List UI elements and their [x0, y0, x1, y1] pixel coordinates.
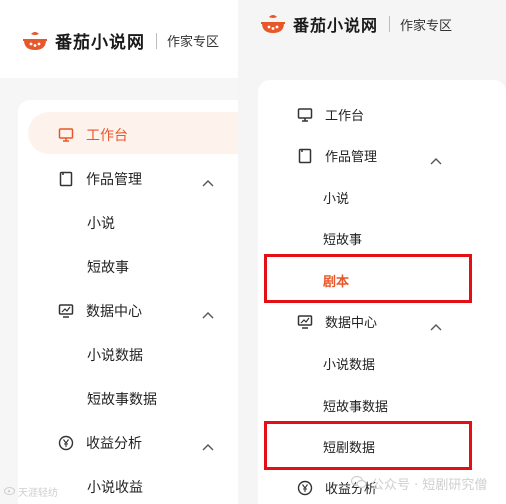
- sidebar-item-data-center[interactable]: 数据中心: [297, 312, 377, 331]
- chart-monitor-icon: [297, 314, 313, 330]
- sidebar-item-works[interactable]: 作品管理: [297, 146, 377, 165]
- book-icon: [297, 148, 313, 164]
- sidebar-item-label: 作品管理: [86, 172, 142, 188]
- sidebar-subitem-novel-data[interactable]: 小说数据: [87, 345, 143, 365]
- sidebar-subitem-novel-revenue[interactable]: 小说收益: [87, 477, 143, 497]
- wechat-icon: [350, 475, 367, 493]
- sidebar-subitem-short-story[interactable]: 短故事: [323, 229, 362, 248]
- left-watermark: 天涯轻纺: [4, 484, 58, 499]
- chevron-up-icon[interactable]: [202, 172, 214, 191]
- chart-monitor-icon: [58, 303, 74, 319]
- monitor-icon: [58, 127, 74, 143]
- chevron-up-icon[interactable]: [202, 304, 214, 323]
- sidebar-subitem-novel-data[interactable]: 小说数据: [323, 354, 375, 373]
- sidebar-item-workbench[interactable]: 工作台: [58, 125, 128, 145]
- sidebar-item-data-center[interactable]: 数据中心: [58, 301, 142, 321]
- tomato-logo-icon: [22, 30, 48, 52]
- logo-divider: [156, 32, 157, 49]
- brand-name: 番茄小说网: [55, 33, 145, 53]
- sidebar-item-revenue[interactable]: 收益分析: [58, 433, 142, 453]
- sidebar-subitem-short-story-data[interactable]: 短故事数据: [87, 389, 157, 409]
- sidebar-subitem-short-story[interactable]: 短故事: [87, 257, 129, 277]
- tomato-logo-icon: [260, 13, 286, 35]
- chevron-up-icon[interactable]: [202, 436, 214, 455]
- sidebar-subitem-novel[interactable]: 小说: [87, 213, 115, 233]
- brand-subtitle: 作家专区: [167, 35, 220, 50]
- weibo-icon: [4, 485, 16, 498]
- chevron-up-icon[interactable]: [430, 150, 442, 169]
- left-watermark-text: 天涯轻纺: [18, 488, 58, 499]
- sidebar-item-label: 数据中心: [86, 304, 142, 320]
- sidebar-item-label: 工作台: [325, 109, 365, 124]
- brand-name: 番茄小说网: [293, 16, 379, 35]
- right-watermark: 公众号 · 短剧研究僧: [350, 474, 488, 493]
- sidebar-subitem-short-story-data[interactable]: 短故事数据: [323, 396, 388, 415]
- chevron-up-icon[interactable]: [430, 316, 442, 335]
- sidebar-item-label: 工作台: [86, 128, 128, 144]
- logo-divider: [389, 16, 391, 32]
- sidebar-subitem-novel[interactable]: 小说: [323, 188, 349, 207]
- sidebar-item-workbench[interactable]: 工作台: [297, 105, 364, 124]
- right-logo[interactable]: 番茄小说网 作家专区: [260, 12, 452, 36]
- right-header: 番茄小说网 作家专区: [238, 0, 506, 62]
- right-watermark-text: 公众号 · 短剧研究僧: [371, 478, 488, 493]
- sidebar-item-label: 数据中心: [325, 316, 378, 331]
- yen-coin-icon: [297, 480, 313, 496]
- highlight-box-script: [264, 254, 472, 303]
- brand-subtitle: 作家专区: [400, 18, 453, 34]
- monitor-icon: [297, 107, 313, 123]
- sidebar-item-label: 收益分析: [86, 436, 142, 452]
- book-icon: [58, 171, 74, 187]
- highlight-box-short-drama-data: [264, 421, 472, 470]
- yen-coin-icon: [58, 435, 74, 451]
- sidebar-item-label: 作品管理: [325, 150, 378, 165]
- left-header: 番茄小说网 作家专区: [0, 0, 238, 78]
- sidebar-item-works[interactable]: 作品管理: [58, 169, 142, 189]
- left-logo[interactable]: 番茄小说网 作家专区: [22, 28, 219, 53]
- left-screenshot-panel: 番茄小说网 作家专区 工作台 作品管理 小说 短故事 数据中心 小说数据 短故事…: [0, 0, 238, 504]
